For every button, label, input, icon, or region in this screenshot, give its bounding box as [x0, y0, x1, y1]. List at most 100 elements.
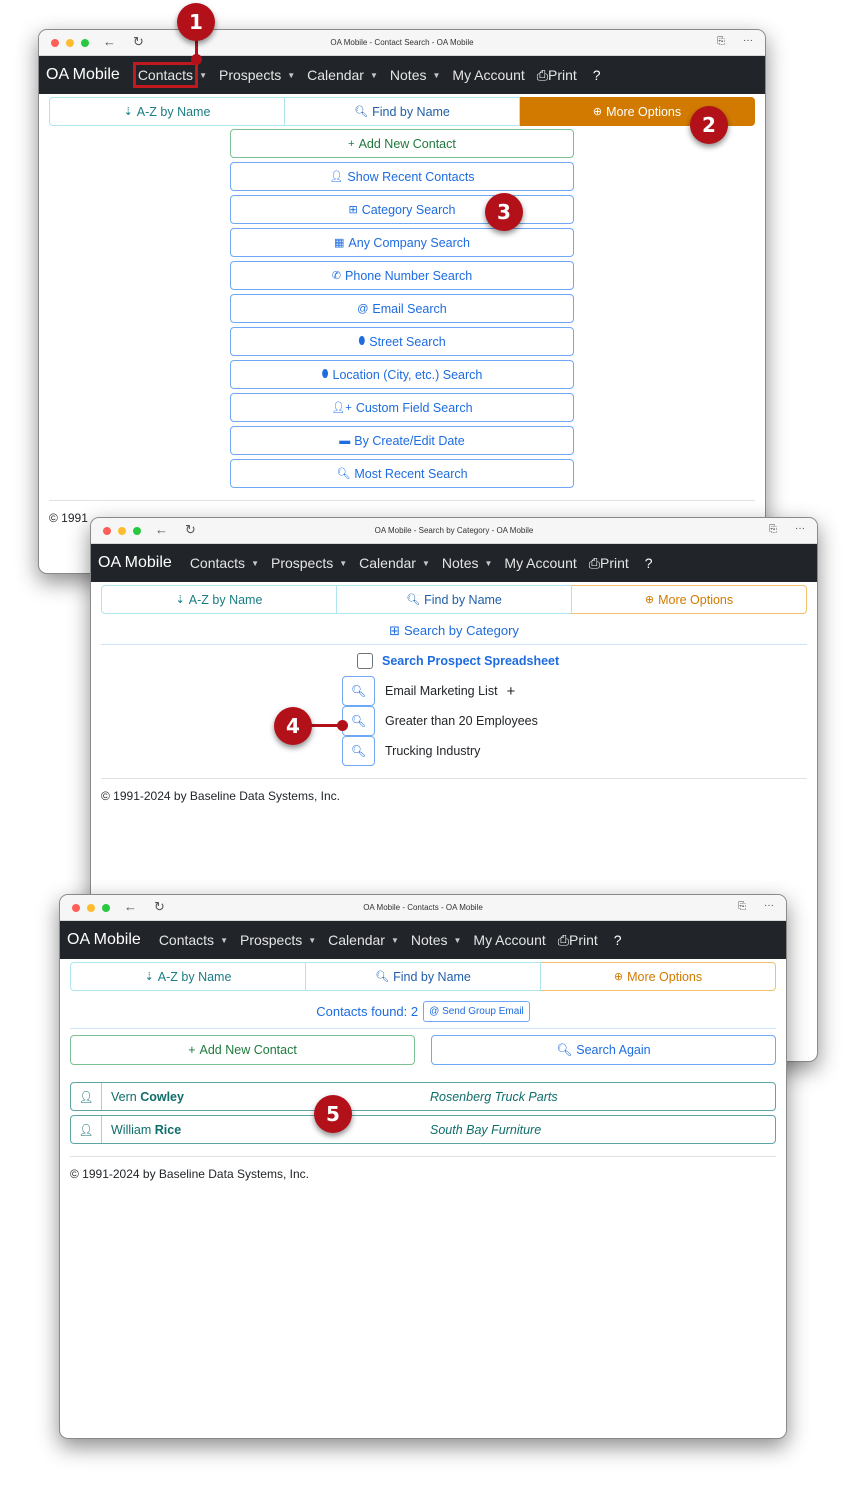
create-edit-date-button[interactable]: ▬ By Create/Edit Date: [230, 426, 574, 455]
reader-icon[interactable]: ⎘: [717, 36, 725, 47]
any-company-search-button[interactable]: ▦ Any Company Search: [230, 228, 574, 257]
tab-find-by-name[interactable]: 🔍︎ Find by Name: [337, 585, 572, 614]
category-search-button[interactable]: 🔍︎: [342, 676, 375, 706]
contact-company[interactable]: Rosenberg Truck Parts: [430, 1090, 558, 1104]
caret-down-icon[interactable]: ▼: [391, 936, 399, 945]
spreadsheet-label[interactable]: Search Prospect Spreadsheet: [382, 654, 559, 668]
more-icon[interactable]: ···: [795, 523, 805, 534]
category-search-button[interactable]: 🔍︎: [342, 706, 375, 736]
tab-label: Find by Name: [372, 104, 450, 119]
tab-az-by-name[interactable]: ⇣ A-Z by Name: [49, 97, 285, 126]
tab-more-options[interactable]: ⊕ More Options: [541, 962, 776, 991]
nav-print[interactable]: Print: [600, 555, 629, 571]
nav-print[interactable]: Print: [569, 932, 598, 948]
tab-find-by-name[interactable]: 🔍︎ Find by Name: [306, 962, 541, 991]
add-icon[interactable]: +: [507, 683, 516, 700]
nav-calendar[interactable]: Calendar: [328, 932, 385, 948]
custom-field-search-button[interactable]: 👤︎+ Custom Field Search: [230, 393, 574, 422]
reader-icon[interactable]: ⎘: [738, 901, 746, 912]
caret-down-icon[interactable]: ▼: [422, 559, 430, 568]
nav-notes[interactable]: Notes: [411, 932, 448, 948]
caret-down-icon[interactable]: ▼: [199, 71, 207, 80]
nav-notes[interactable]: Notes: [442, 555, 479, 571]
callout-badge-1: 1: [177, 3, 215, 41]
option-label: By Create/Edit Date: [354, 433, 465, 448]
contact-row[interactable]: 👤︎ Vern Cowley Rosenberg Truck Parts: [70, 1082, 776, 1111]
caret-down-icon[interactable]: ▼: [339, 559, 347, 568]
show-recent-contacts-button[interactable]: 👤︎ Show Recent Contacts: [230, 162, 574, 191]
brand[interactable]: OA Mobile: [46, 66, 120, 84]
caret-down-icon[interactable]: ▼: [453, 936, 461, 945]
window-title: OA Mobile - Search by Category - OA Mobi…: [374, 526, 534, 535]
caret-down-icon[interactable]: ▼: [308, 936, 316, 945]
user-icon: 👤︎: [71, 1083, 102, 1110]
at-icon: @: [357, 302, 369, 315]
nav-prospects[interactable]: Prospects: [271, 555, 333, 571]
brand[interactable]: OA Mobile: [67, 931, 141, 949]
email-search-button[interactable]: @ Email Search: [230, 294, 574, 323]
print-icon[interactable]: ⎙: [558, 932, 569, 949]
send-group-email-button[interactable]: @ Send Group Email: [423, 1000, 530, 1022]
nav-contacts[interactable]: Contacts: [159, 932, 214, 948]
contact-company[interactable]: South Bay Furniture: [430, 1123, 541, 1137]
nav-print[interactable]: Print: [548, 67, 577, 83]
button-label: Search Again: [576, 1043, 651, 1057]
add-new-contact-button[interactable]: + Add New Contact: [230, 129, 574, 158]
nav-contacts[interactable]: Contacts: [132, 62, 199, 88]
nav-my-account[interactable]: My Account: [473, 932, 545, 948]
option-label: Any Company Search: [348, 235, 470, 250]
window-title: OA Mobile - Contacts - OA Mobile: [363, 903, 483, 912]
phone-number-search-button[interactable]: ✆ Phone Number Search: [230, 261, 574, 290]
calendar-icon: ▬: [339, 434, 351, 447]
tab-az-by-name[interactable]: ⇣ A-Z by Name: [70, 962, 306, 991]
contact-row[interactable]: 👤︎ William Rice South Bay Furniture: [70, 1115, 776, 1144]
spreadsheet-checkbox[interactable]: [357, 653, 373, 669]
search-options-list: + Add New Contact 👤︎ Show Recent Contacts …: [230, 129, 574, 488]
nav-prospects[interactable]: Prospects: [240, 932, 302, 948]
street-search-button[interactable]: ⬮ Street Search: [230, 327, 574, 356]
nav-help[interactable]: ?: [614, 932, 622, 948]
category-search-button[interactable]: 🔍︎: [342, 736, 375, 766]
nav-prospects[interactable]: Prospects: [219, 67, 281, 83]
category-list: 🔍︎ Email Marketing List + 🔍︎ Greater tha…: [91, 676, 817, 766]
nav-contacts[interactable]: Contacts: [190, 555, 245, 571]
contact-name[interactable]: William Rice: [102, 1123, 430, 1137]
title-bar: ← ↻ OA Mobile - Contacts - OA Mobile ⎘ ·…: [60, 895, 786, 921]
search-again-button[interactable]: 🔍︎ Search Again: [431, 1035, 776, 1065]
callout-badge-4: 4: [274, 707, 312, 745]
more-icon[interactable]: ···: [743, 35, 753, 46]
reader-icon[interactable]: ⎘: [769, 524, 777, 535]
category-row: 🔍︎ Trucking Industry: [342, 736, 817, 766]
nav-calendar[interactable]: Calendar: [359, 555, 416, 571]
tab-label: More Options: [606, 104, 682, 119]
tab-more-options[interactable]: ⊕ More Options: [572, 585, 807, 614]
contact-name[interactable]: Vern Cowley: [102, 1090, 430, 1104]
caret-down-icon[interactable]: ▼: [370, 71, 378, 80]
option-label: Location (City, etc.) Search: [332, 367, 483, 382]
brand[interactable]: OA Mobile: [98, 554, 172, 572]
nav-my-account[interactable]: My Account: [504, 555, 576, 571]
nav-my-account[interactable]: My Account: [452, 67, 524, 83]
location-search-button[interactable]: ⬮ Location (City, etc.) Search: [230, 360, 574, 389]
caret-down-icon[interactable]: ▼: [484, 559, 492, 568]
nav-calendar[interactable]: Calendar: [307, 67, 364, 83]
tab-find-by-name[interactable]: 🔍︎ Find by Name: [285, 97, 520, 126]
nav-help[interactable]: ?: [593, 67, 601, 83]
map-marker-icon: ⬮: [321, 368, 329, 380]
print-icon[interactable]: ⎙: [589, 555, 600, 572]
most-recent-search-button[interactable]: 🔍︎ Most Recent Search: [230, 459, 574, 488]
caret-down-icon[interactable]: ▼: [220, 936, 228, 945]
caret-down-icon[interactable]: ▼: [432, 71, 440, 80]
tab-az-by-name[interactable]: ⇣ A-Z by Name: [101, 585, 337, 614]
print-icon[interactable]: ⎙: [537, 67, 548, 84]
caret-down-icon[interactable]: ▼: [287, 71, 295, 80]
add-new-contact-button[interactable]: + Add New Contact: [70, 1035, 415, 1065]
building-icon: ▦: [334, 237, 345, 249]
caret-down-icon[interactable]: ▼: [251, 559, 259, 568]
action-buttons: + Add New Contact 🔍︎ Search Again: [70, 1035, 776, 1065]
more-icon[interactable]: ···: [764, 900, 774, 911]
nav-help[interactable]: ?: [645, 555, 653, 571]
search-tabs: ⇣ A-Z by Name 🔍︎ Find by Name ⊕ More Option…: [101, 585, 807, 614]
nav-notes[interactable]: Notes: [390, 67, 427, 83]
spreadsheet-toggle[interactable]: Search Prospect Spreadsheet: [357, 653, 817, 669]
